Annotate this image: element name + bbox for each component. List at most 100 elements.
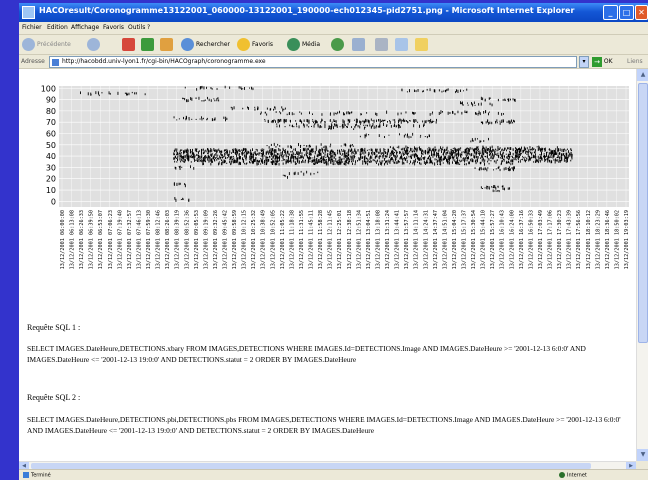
address-input[interactable]: http://hacobdd.univ-lyon1.fr/cgi-bin/HAC…	[49, 56, 577, 68]
data-point	[509, 156, 511, 157]
data-point	[216, 88, 218, 90]
data-point	[460, 147, 462, 149]
stop-button[interactable]	[122, 37, 137, 53]
data-point	[381, 160, 383, 164]
data-point	[277, 119, 279, 122]
data-point	[421, 152, 422, 154]
data-point	[515, 155, 517, 158]
close-button[interactable]: ✕	[635, 5, 648, 20]
data-point	[266, 113, 268, 116]
data-point	[382, 160, 384, 162]
data-point	[190, 149, 191, 152]
data-point	[494, 190, 496, 192]
media-button[interactable]: Média	[287, 37, 320, 53]
data-point	[480, 140, 482, 142]
address-dropdown[interactable]: ▾	[579, 56, 589, 68]
data-point	[461, 111, 463, 115]
menu-outils[interactable]: Outils	[128, 24, 145, 31]
data-point	[306, 119, 308, 122]
data-point	[559, 159, 561, 162]
menu-favoris[interactable]: Favoris	[103, 24, 124, 31]
data-point	[512, 156, 513, 158]
scroll-up-icon[interactable]: ▲	[637, 69, 648, 81]
data-point	[422, 120, 424, 123]
ie-icon	[22, 6, 35, 19]
data-point	[458, 159, 460, 161]
data-point	[359, 153, 361, 156]
links-label[interactable]: Liens	[627, 58, 643, 65]
go-button[interactable]: → OK	[592, 56, 613, 68]
data-point	[400, 112, 402, 115]
data-point	[297, 172, 299, 175]
folder-button[interactable]	[415, 37, 430, 53]
data-point	[313, 124, 315, 128]
scroll-down-icon[interactable]: ▼	[637, 449, 648, 461]
data-point	[462, 158, 464, 162]
y-tick-label: 90	[46, 96, 56, 105]
menu-edition[interactable]: Edition	[47, 24, 68, 31]
data-point	[382, 119, 384, 121]
data-point	[201, 152, 203, 154]
edit-button[interactable]	[395, 37, 410, 53]
scroll-thumb[interactable]	[638, 83, 648, 343]
data-point	[197, 156, 199, 159]
data-point	[317, 155, 319, 158]
data-point	[211, 152, 213, 156]
data-point	[330, 126, 332, 128]
y-tick-label: 70	[46, 118, 56, 127]
data-point	[199, 86, 201, 90]
data-point	[486, 155, 488, 158]
favorites-button[interactable]: Favoris	[237, 37, 273, 53]
data-point	[478, 148, 479, 151]
history-button[interactable]	[331, 37, 346, 53]
data-point	[388, 134, 390, 136]
menu-fichier[interactable]: Fichier	[22, 24, 42, 31]
data-point	[265, 155, 267, 159]
data-point	[477, 113, 479, 116]
data-point	[509, 168, 511, 171]
data-point	[218, 148, 220, 151]
maximize-button[interactable]: □	[619, 5, 634, 20]
data-point	[279, 145, 281, 147]
data-point	[379, 151, 381, 154]
home-button[interactable]	[160, 37, 175, 53]
data-point	[330, 161, 332, 164]
horizontal-scrollbar[interactable]: ◀ ▶	[19, 461, 636, 470]
data-point	[280, 154, 282, 157]
data-point	[456, 161, 458, 165]
print-button[interactable]	[375, 37, 390, 53]
data-point	[313, 121, 314, 124]
menu-help[interactable]: ?	[147, 24, 150, 31]
data-point	[383, 119, 385, 122]
back-button[interactable]: Précédente	[22, 37, 71, 53]
data-point	[432, 154, 434, 156]
data-point	[507, 98, 509, 102]
data-point	[462, 101, 463, 105]
data-point	[225, 116, 227, 119]
data-point	[194, 148, 196, 152]
x-tick-label: 13/12/2001 15:44:10	[481, 210, 487, 269]
forward-button[interactable]	[87, 37, 102, 53]
data-point	[201, 85, 203, 89]
refresh-button[interactable]	[141, 37, 156, 53]
data-point	[483, 140, 485, 142]
data-point	[80, 91, 81, 95]
minimize-button[interactable]: _	[603, 5, 618, 20]
data-point	[379, 118, 381, 122]
search-button[interactable]: Rechercher	[181, 37, 230, 53]
menu-affichage[interactable]: Affichage	[71, 24, 99, 31]
mail-button[interactable]	[352, 37, 367, 53]
data-point	[190, 97, 192, 101]
vertical-scrollbar[interactable]: ▲ ▼	[636, 69, 648, 461]
data-point	[308, 155, 310, 158]
x-tick-label: 13/12/2001 08:26:03	[165, 210, 171, 269]
data-point	[281, 151, 283, 155]
data-point	[514, 120, 515, 123]
data-point	[128, 92, 130, 96]
data-point	[417, 158, 419, 160]
data-point	[243, 155, 245, 158]
data-point	[396, 156, 398, 158]
title-bar[interactable]: HACOresult/Coronogramme13122001_060000-1…	[19, 3, 648, 22]
data-point	[260, 159, 262, 163]
data-point	[510, 147, 512, 150]
